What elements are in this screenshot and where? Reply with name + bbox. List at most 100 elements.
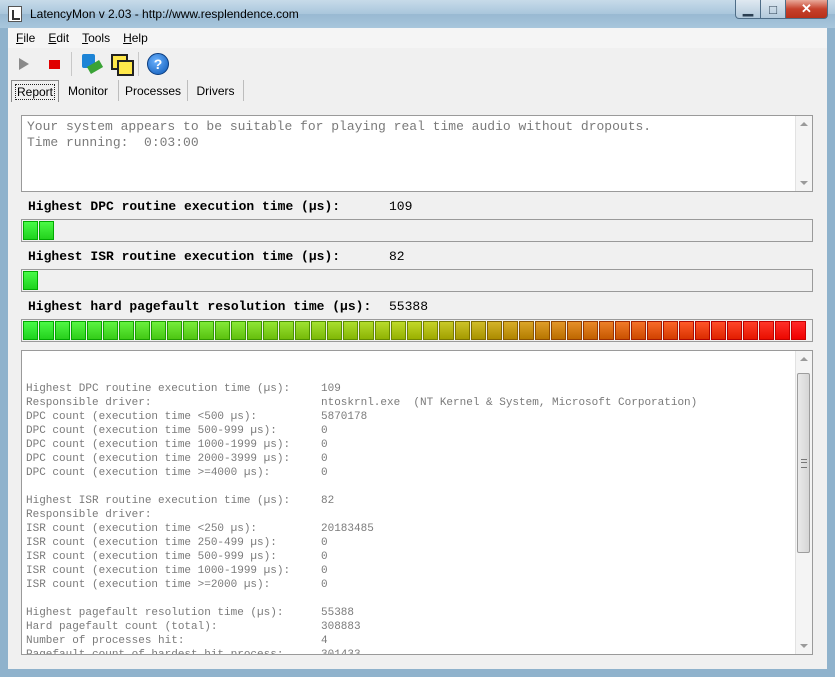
report-line-key: Number of processes hit:: [26, 635, 185, 647]
help-button[interactable]: ?: [144, 50, 172, 78]
bar-segment: [183, 321, 198, 340]
title-bar[interactable]: LatencyMon v 2.03 - http://www.resplende…: [0, 0, 835, 28]
bar-segment: [55, 321, 70, 340]
pagefault-metric-label: Highest hard pagefault resolution time (…: [28, 299, 372, 314]
menu-help[interactable]: Help: [118, 31, 153, 45]
scroll-down-icon[interactable]: [800, 644, 808, 648]
bar-segment: [775, 321, 790, 340]
report-line-value: ntoskrnl.exe (NT Kernel & System, Micros…: [321, 397, 698, 409]
bar-segment: [39, 221, 54, 240]
report-line-value: 109: [321, 383, 341, 395]
bar-segment: [679, 321, 694, 340]
report-line: Highest ISR routine execution time (µs):…: [26, 494, 697, 508]
report-line-value: 0: [321, 425, 328, 437]
report-line: [26, 368, 697, 382]
scroll-thumb[interactable]: [797, 373, 810, 553]
bar-segment: [519, 321, 534, 340]
tab-monitor[interactable]: Monitor: [58, 80, 119, 101]
status-scrollbar[interactable]: [795, 116, 812, 191]
report-panel[interactable]: Highest DPC routine execution time (µs):…: [21, 350, 813, 655]
report-line: ISR count (execution time 1000-1999 µs):…: [26, 564, 697, 578]
report-line-value: 308883: [321, 621, 361, 633]
isr-bar: [21, 269, 813, 292]
tab-report[interactable]: Report: [11, 80, 59, 102]
report-line-value: 20183485: [321, 523, 374, 535]
bar-segment: [439, 321, 454, 340]
bar-segment: [39, 321, 54, 340]
bar-segment: [103, 321, 118, 340]
bar-segment: [311, 321, 326, 340]
stop-button[interactable]: [40, 50, 68, 78]
bar-segment: [359, 321, 374, 340]
dpc-metric-label: Highest DPC routine execution time (µs):: [28, 199, 341, 214]
bar-segment: [167, 321, 182, 340]
report-line: ISR count (execution time <250 µs): 20183…: [26, 522, 697, 536]
minimize-button[interactable]: ▁: [735, 0, 761, 19]
report-line: DPC count (execution time 1000-1999 µs):…: [26, 438, 697, 452]
tab-drivers[interactable]: Drivers: [188, 80, 244, 101]
bar-segment: [71, 321, 86, 340]
start-button[interactable]: [10, 50, 38, 78]
bar-segment: [695, 321, 710, 340]
maximize-button[interactable]: □: [760, 0, 786, 19]
report-scrollbar[interactable]: [795, 351, 812, 654]
report-line-key: Responsible driver:: [26, 397, 152, 409]
bar-segment: [567, 321, 582, 340]
isr-metric-label: Highest ISR routine execution time (µs):: [28, 249, 341, 264]
close-button[interactable]: ✕: [785, 0, 828, 19]
scroll-up-icon[interactable]: [800, 122, 808, 126]
scroll-up-icon[interactable]: [800, 357, 808, 361]
bar-segment: [151, 321, 166, 340]
menu-tools[interactable]: Tools: [77, 31, 115, 45]
report-line: Number of processes hit: 4: [26, 634, 697, 648]
report-line: DPC count (execution time 500-999 µs): 0: [26, 424, 697, 438]
stop-icon: [48, 59, 60, 69]
report-line: DPC count (execution time <500 µs): 58701…: [26, 410, 697, 424]
report-line-value: 0: [321, 551, 328, 563]
report-line-key: ISR count (execution time <250 µs):: [26, 523, 258, 535]
menu-file[interactable]: File: [11, 31, 40, 45]
menu-bar: File Edit Tools Help: [8, 28, 827, 48]
report-line-value: 4: [321, 635, 328, 647]
client-area: File Edit Tools Help ? Report Monitor Pr…: [8, 28, 827, 669]
app-icon[interactable]: [8, 6, 22, 22]
bar-segment: [23, 271, 38, 290]
report-line-key: ISR count (execution time 500-999 µs):: [26, 551, 277, 563]
report-line: DPC count (execution time 2000-3999 µs):…: [26, 452, 697, 466]
report-line-value: 82: [321, 495, 335, 507]
report-line-key: Highest ISR routine execution time (µs):: [26, 495, 291, 507]
menu-edit[interactable]: Edit: [43, 31, 74, 45]
bar-segment: [727, 321, 742, 340]
status-panel[interactable]: Your system appears to be suitable for p…: [21, 115, 813, 192]
report-line-key: DPC count (execution time 1000-1999 µs):: [26, 439, 291, 451]
bar-segment: [215, 321, 230, 340]
bar-segment: [759, 321, 774, 340]
minimize-icon: ▁: [743, 1, 753, 16]
toolbar-separator: [138, 52, 139, 76]
bar-segment: [295, 321, 310, 340]
tab-processes[interactable]: Processes: [119, 80, 188, 101]
bar-segment: [391, 321, 406, 340]
bar-segment: [407, 321, 422, 340]
windows-button[interactable]: [107, 50, 135, 78]
driver-button[interactable]: [77, 50, 105, 78]
grip-icon: [801, 459, 807, 468]
scroll-down-icon[interactable]: [800, 181, 808, 185]
bar-segment: [199, 321, 214, 340]
dpc-metric-value: 109: [389, 199, 413, 214]
bar-segment: [231, 321, 246, 340]
bar-segment: [23, 221, 38, 240]
report-line-value: 0: [321, 453, 328, 465]
report-line: Responsible driver: ntoskrnl.exe (NT Kern…: [26, 396, 697, 410]
bar-segment: [791, 321, 806, 340]
report-line-key: Hard pagefault count (total):: [26, 621, 218, 633]
report-line-key: Highest pagefault resolution time (µs):: [26, 607, 284, 619]
dpc-bar: [21, 219, 813, 242]
bar-segment: [87, 321, 102, 340]
status-line-time: Time running: 0:03:00: [27, 135, 199, 150]
bar-segment: [279, 321, 294, 340]
report-line-key: Highest DPC routine execution time (µs):: [26, 383, 291, 395]
report-line-key: Responsible driver:: [26, 509, 152, 521]
report-line: Highest pagefault resolution time (µs): 5…: [26, 606, 697, 620]
bar-segment: [23, 321, 38, 340]
